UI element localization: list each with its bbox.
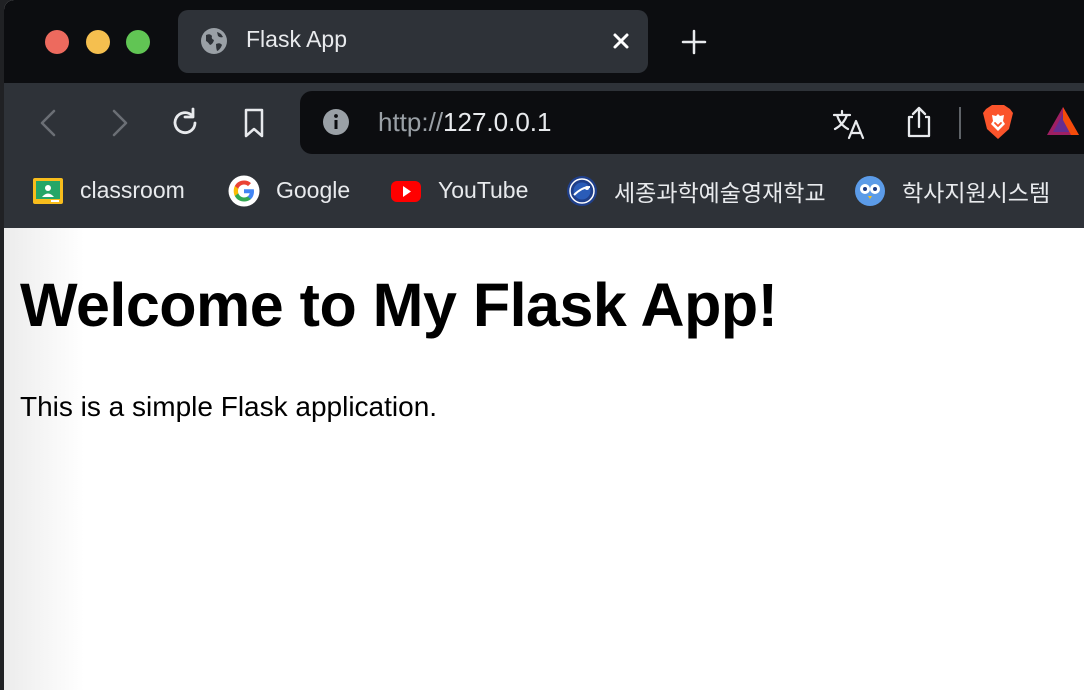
reload-icon[interactable] xyxy=(167,105,203,141)
bookmark-label: YouTube xyxy=(438,177,529,203)
address-bar[interactable]: http://127.0.0.1 xyxy=(300,91,1084,154)
new-tab-plus-icon[interactable] xyxy=(680,28,708,56)
bookmarks-bar: classroom Google YouTube 세종과학예술영재학교 학사지원… xyxy=(4,163,1084,228)
tab-flask-app[interactable]: Flask App xyxy=(178,10,648,73)
brave-shields-icon[interactable] xyxy=(981,103,1015,141)
page-heading: Welcome to My Flask App! xyxy=(20,271,778,339)
bookmark-academic-system[interactable]: 학사지원시스템 xyxy=(854,163,1050,218)
url-host: 127.0.0.1 xyxy=(443,107,552,137)
back-arrow-icon[interactable] xyxy=(32,105,68,141)
window-close-button[interactable] xyxy=(45,30,69,54)
page-paragraph: This is a simple Flask application. xyxy=(20,391,438,422)
bookmark-icon[interactable] xyxy=(236,105,272,141)
owl-icon xyxy=(855,175,885,206)
bookmark-label: 세종과학예술영재학교 xyxy=(614,179,826,206)
window-minimize-button[interactable] xyxy=(86,30,110,54)
translate-icon[interactable] xyxy=(832,108,866,140)
globe-icon xyxy=(201,28,227,54)
bookmark-google[interactable]: Google xyxy=(228,163,350,218)
window-maximize-button[interactable] xyxy=(126,30,150,54)
bookmark-sejong-school[interactable]: 세종과학예술영재학교 xyxy=(566,163,826,218)
url-text[interactable]: http://127.0.0.1 xyxy=(378,107,551,138)
google-icon xyxy=(228,175,260,206)
page-content: Welcome to My Flask App! This is a simpl… xyxy=(4,228,1084,690)
brave-rewards-icon[interactable] xyxy=(1045,105,1081,137)
bookmark-youtube[interactable]: YouTube xyxy=(390,163,528,218)
forward-arrow-icon[interactable] xyxy=(100,105,136,141)
tab-strip: Flask App xyxy=(4,0,1084,83)
tab-title: Flask App xyxy=(246,26,347,52)
close-icon[interactable] xyxy=(608,28,634,54)
browser-window: Flask App http://127.0.0.1 classroom Goo… xyxy=(4,0,1084,690)
url-scheme: http:// xyxy=(378,107,444,137)
bookmark-label: classroom xyxy=(80,177,185,203)
toolbar: http://127.0.0.1 xyxy=(4,83,1084,163)
youtube-icon xyxy=(391,180,421,202)
bookmark-classroom[interactable]: classroom xyxy=(32,163,185,218)
bookmark-label: 학사지원시스템 xyxy=(902,179,1051,206)
toolbar-separator xyxy=(959,107,961,139)
bookmark-label: Google xyxy=(276,177,351,203)
school-emblem-icon xyxy=(567,175,597,206)
google-classroom-icon xyxy=(33,177,63,204)
share-icon[interactable] xyxy=(904,105,934,139)
site-info-icon[interactable] xyxy=(322,108,350,136)
